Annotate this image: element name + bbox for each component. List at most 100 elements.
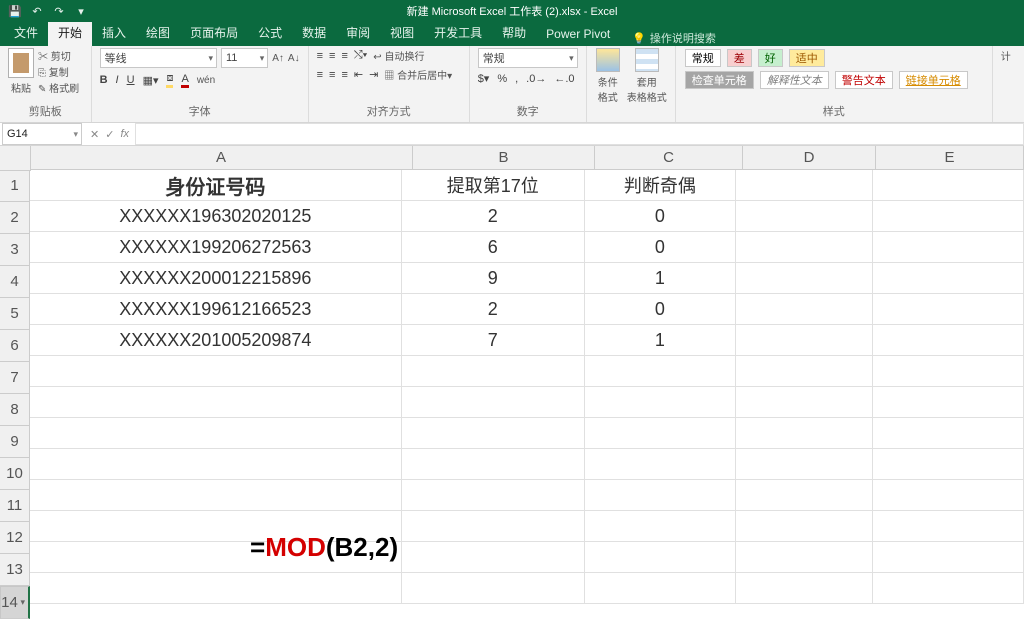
cell-C7[interactable]	[585, 356, 736, 387]
select-all-corner[interactable]	[0, 146, 31, 171]
increase-font-icon[interactable]: A↑	[272, 53, 284, 64]
phonetic-icon[interactable]: wén	[197, 75, 215, 86]
cell-A7[interactable]	[30, 356, 402, 387]
tab-review[interactable]: 审阅	[336, 20, 380, 46]
qat-more-icon[interactable]: ▾	[74, 4, 88, 18]
tab-help[interactable]: 帮助	[492, 20, 536, 46]
col-header-A[interactable]: A	[30, 146, 413, 170]
tab-home[interactable]: 开始	[48, 20, 92, 46]
font-name-select[interactable]: 等线	[100, 48, 217, 68]
cell-E5[interactable]	[873, 294, 1024, 325]
format-painter-button[interactable]: ✎ 格式刷	[38, 80, 79, 95]
italic-button[interactable]: I	[116, 74, 119, 86]
row-header-2[interactable]: 2	[0, 202, 30, 234]
cell-A1[interactable]: 身份证号码	[30, 170, 402, 201]
row-header-1[interactable]: 1	[0, 170, 30, 202]
cell-B6[interactable]: 7	[402, 325, 585, 356]
cell-E8[interactable]	[873, 387, 1024, 418]
cell-B14[interactable]	[402, 573, 585, 604]
row-header-8[interactable]: 8	[0, 394, 30, 426]
cell-C10[interactable]	[585, 449, 736, 480]
cell-D2[interactable]	[736, 201, 873, 232]
cell-A14[interactable]	[30, 573, 402, 604]
save-icon[interactable]: 💾	[8, 4, 22, 18]
cell-E11[interactable]	[873, 480, 1024, 511]
cancel-formula-icon[interactable]: ✕	[90, 128, 99, 141]
cell-B2[interactable]: 2	[402, 201, 585, 232]
cell-C13[interactable]	[585, 542, 736, 573]
cell-A8[interactable]	[30, 387, 402, 418]
tab-draw[interactable]: 绘图	[136, 20, 180, 46]
tab-pagelayout[interactable]: 页面布局	[180, 20, 248, 46]
cell-C14[interactable]	[585, 573, 736, 604]
tab-file[interactable]: 文件	[4, 20, 48, 46]
cell-A3[interactable]: XXXXXX199206272563	[30, 232, 402, 263]
table-format-icon[interactable]	[635, 48, 659, 72]
cell-B3[interactable]: 6	[402, 232, 585, 263]
cell-E4[interactable]	[873, 263, 1024, 294]
cell-style-3[interactable]: 适中	[789, 49, 825, 67]
name-box[interactable]: G14	[2, 123, 82, 145]
col-header-B[interactable]: B	[413, 146, 595, 170]
cell-A4[interactable]: XXXXXX200012215896	[30, 263, 402, 294]
cell-style-6[interactable]: 警告文本	[835, 71, 893, 89]
row-header-6[interactable]: 6	[0, 330, 30, 362]
row-header-12[interactable]: 12	[0, 522, 30, 554]
number-format-select[interactable]: 常规	[478, 48, 578, 68]
cell-style-4[interactable]: 检查单元格	[685, 71, 754, 89]
cell-E12[interactable]	[873, 511, 1024, 542]
cell-C12[interactable]	[585, 511, 736, 542]
cell-E3[interactable]	[873, 232, 1024, 263]
cell-D14[interactable]	[736, 573, 873, 604]
cell-D10[interactable]	[736, 449, 873, 480]
cell-E6[interactable]	[873, 325, 1024, 356]
cell-D3[interactable]	[736, 232, 873, 263]
cell-E2[interactable]	[873, 201, 1024, 232]
cell-B7[interactable]	[402, 356, 585, 387]
tell-me[interactable]: 💡 操作说明搜索	[632, 30, 716, 46]
font-color-icon[interactable]: A	[181, 73, 188, 88]
cell-A10[interactable]	[30, 449, 402, 480]
row-header-3[interactable]: 3	[0, 234, 30, 266]
row-header-5[interactable]: 5	[0, 298, 30, 330]
cell-B11[interactable]	[402, 480, 585, 511]
cell-grid[interactable]: 身份证号码提取第17位判断奇偶XXXXXX19630202012520XXXXX…	[30, 170, 1024, 625]
cell-D11[interactable]	[736, 480, 873, 511]
align-bottom-icon[interactable]: ≡	[341, 50, 347, 62]
tab-developer[interactable]: 开发工具	[424, 20, 492, 46]
cell-C8[interactable]	[585, 387, 736, 418]
row-header-9[interactable]: 9	[0, 426, 30, 458]
cell-E14[interactable]	[873, 573, 1024, 604]
cell-D1[interactable]	[736, 170, 873, 201]
cell-E10[interactable]	[873, 449, 1024, 480]
cell-B8[interactable]	[402, 387, 585, 418]
cell-style-1[interactable]: 差	[727, 49, 752, 67]
cell-C5[interactable]: 0	[585, 294, 736, 325]
tab-formulas[interactable]: 公式	[248, 20, 292, 46]
col-header-E[interactable]: E	[876, 146, 1024, 170]
cell-D8[interactable]	[736, 387, 873, 418]
currency-icon[interactable]: $▾	[478, 72, 490, 85]
row-header-10[interactable]: 10	[0, 458, 30, 490]
fill-color-icon[interactable]: ⧈	[166, 72, 173, 88]
cell-A9[interactable]	[30, 418, 402, 449]
cell-D7[interactable]	[736, 356, 873, 387]
redo-icon[interactable]: ↷	[52, 4, 66, 18]
cell-B13[interactable]	[402, 542, 585, 573]
row-header-4[interactable]: 4	[0, 266, 30, 298]
inc-decimal-icon[interactable]: .0→	[526, 73, 546, 85]
cell-C4[interactable]: 1	[585, 263, 736, 294]
dec-decimal-icon[interactable]: ←.0	[554, 73, 574, 85]
row-header-11[interactable]: 11	[0, 490, 30, 522]
cell-B1[interactable]: 提取第17位	[402, 170, 585, 201]
cell-B9[interactable]	[402, 418, 585, 449]
cell-A11[interactable]	[30, 480, 402, 511]
cell-C6[interactable]: 1	[585, 325, 736, 356]
orientation-icon[interactable]: ⤭▾	[354, 49, 367, 62]
indent-dec-icon[interactable]: ⇤	[354, 68, 363, 81]
col-header-C[interactable]: C	[595, 146, 743, 170]
undo-icon[interactable]: ↶	[30, 4, 44, 18]
align-top-icon[interactable]: ≡	[317, 50, 323, 62]
col-header-D[interactable]: D	[743, 146, 876, 170]
cell-E9[interactable]	[873, 418, 1024, 449]
